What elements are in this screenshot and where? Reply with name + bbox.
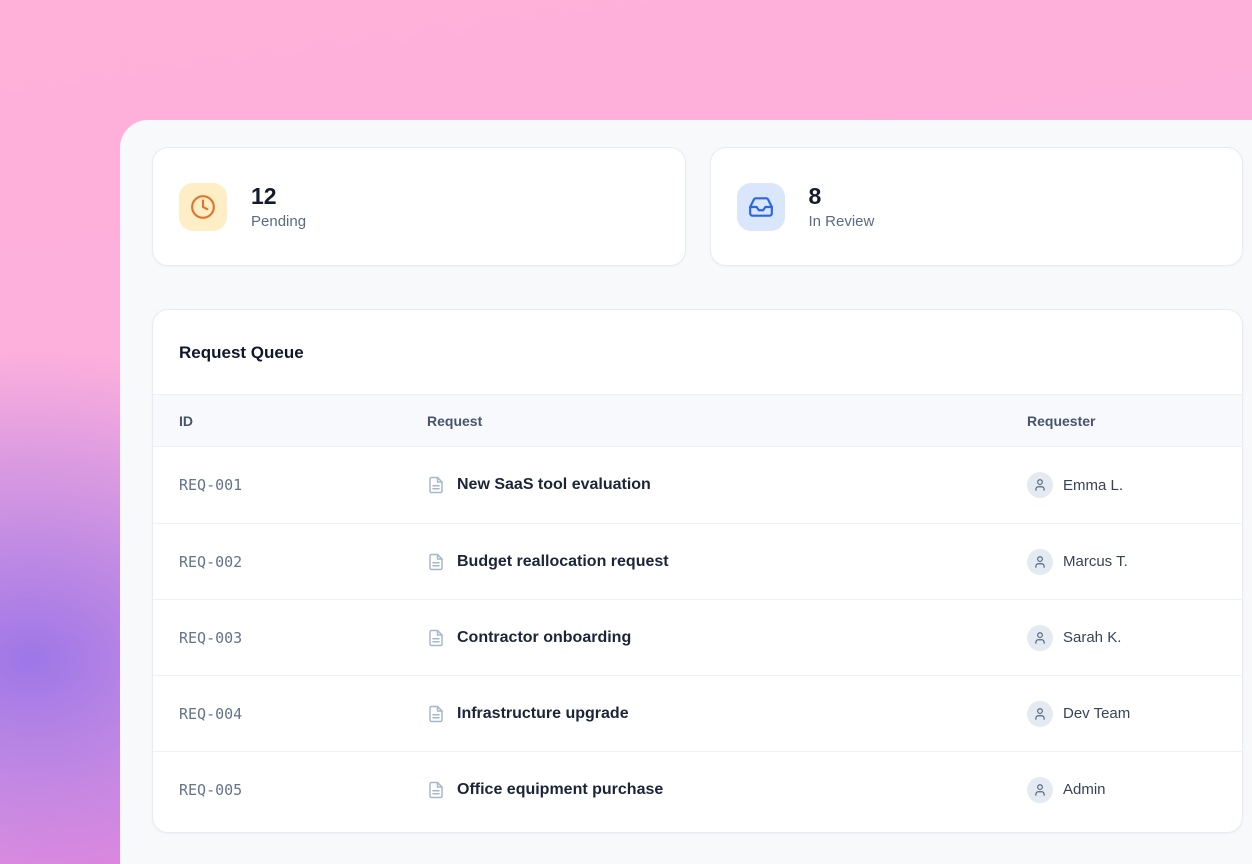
avatar xyxy=(1027,549,1053,575)
request-cell: New SaaS tool evaluation xyxy=(401,476,1001,494)
request-title: New SaaS tool evaluation xyxy=(457,476,651,494)
stat-text: 8 In Review xyxy=(809,183,875,231)
avatar xyxy=(1027,777,1053,803)
table-row[interactable]: REQ-003 Contractor onboarding Sarah K. xyxy=(153,599,1242,675)
column-header-id: ID xyxy=(153,413,401,429)
clock-icon xyxy=(179,183,227,231)
user-icon xyxy=(1033,478,1047,492)
table-header-row: ID Request Requester xyxy=(153,395,1242,447)
column-header-requester: Requester xyxy=(1001,413,1242,429)
table-row[interactable]: REQ-001 New SaaS tool evaluation Emma L. xyxy=(153,447,1242,523)
stat-card-pending: 12 Pending xyxy=(152,147,686,266)
file-text-icon xyxy=(427,476,445,494)
requester-cell: Dev Team xyxy=(1001,701,1242,727)
table-row[interactable]: REQ-002 Budget reallocation request Marc… xyxy=(153,523,1242,599)
requester-name: Sarah K. xyxy=(1063,629,1121,646)
request-id: REQ-004 xyxy=(153,705,401,723)
user-icon xyxy=(1033,707,1047,721)
stats-row: 12 Pending 8 In Review xyxy=(152,147,1243,266)
requester-name: Emma L. xyxy=(1063,477,1123,494)
file-text-icon xyxy=(427,553,445,571)
requester-cell: Sarah K. xyxy=(1001,625,1242,651)
request-id: REQ-001 xyxy=(153,476,401,494)
request-queue-card: Request Queue ID Request Requester REQ-0… xyxy=(152,309,1243,833)
main-panel: 12 Pending 8 In Review Request Queue ID … xyxy=(120,120,1252,864)
user-icon xyxy=(1033,783,1047,797)
request-title: Budget reallocation request xyxy=(457,553,669,571)
stat-text: 12 Pending xyxy=(251,183,306,231)
file-text-icon xyxy=(427,781,445,799)
request-cell: Budget reallocation request xyxy=(401,553,1001,571)
request-cell: Contractor onboarding xyxy=(401,629,1001,647)
avatar xyxy=(1027,701,1053,727)
user-icon xyxy=(1033,631,1047,645)
request-id: REQ-002 xyxy=(153,553,401,571)
requester-name: Dev Team xyxy=(1063,705,1130,722)
inbox-icon xyxy=(737,183,785,231)
queue-title-row: Request Queue xyxy=(153,310,1242,395)
request-id: REQ-005 xyxy=(153,781,401,799)
pending-label: Pending xyxy=(251,213,306,230)
request-cell: Office equipment purchase xyxy=(401,781,1001,799)
requester-cell: Emma L. xyxy=(1001,472,1242,498)
user-icon xyxy=(1033,555,1047,569)
request-title: Infrastructure upgrade xyxy=(457,705,629,723)
avatar xyxy=(1027,472,1053,498)
in-review-count: 8 xyxy=(809,183,875,211)
request-id: REQ-003 xyxy=(153,629,401,647)
file-text-icon xyxy=(427,629,445,647)
table-body: REQ-001 New SaaS tool evaluation Emma L.… xyxy=(153,447,1242,827)
app-background: { "stats": [ { "value": "12", "label": "… xyxy=(0,0,1252,864)
requester-cell: Admin xyxy=(1001,777,1242,803)
in-review-label: In Review xyxy=(809,213,875,230)
request-cell: Infrastructure upgrade xyxy=(401,705,1001,723)
column-header-request: Request xyxy=(401,413,1001,429)
pending-count: 12 xyxy=(251,183,306,211)
request-title: Office equipment purchase xyxy=(457,781,663,799)
requester-name: Admin xyxy=(1063,781,1106,798)
page-title: Request Queue xyxy=(179,341,1216,364)
file-text-icon xyxy=(427,705,445,723)
table-row[interactable]: REQ-004 Infrastructure upgrade Dev Team xyxy=(153,675,1242,751)
table-row[interactable]: REQ-005 Office equipment purchase Admin xyxy=(153,751,1242,827)
stat-card-in-review: 8 In Review xyxy=(710,147,1244,266)
requester-cell: Marcus T. xyxy=(1001,549,1242,575)
avatar xyxy=(1027,625,1053,651)
requester-name: Marcus T. xyxy=(1063,553,1128,570)
request-title: Contractor onboarding xyxy=(457,629,631,647)
